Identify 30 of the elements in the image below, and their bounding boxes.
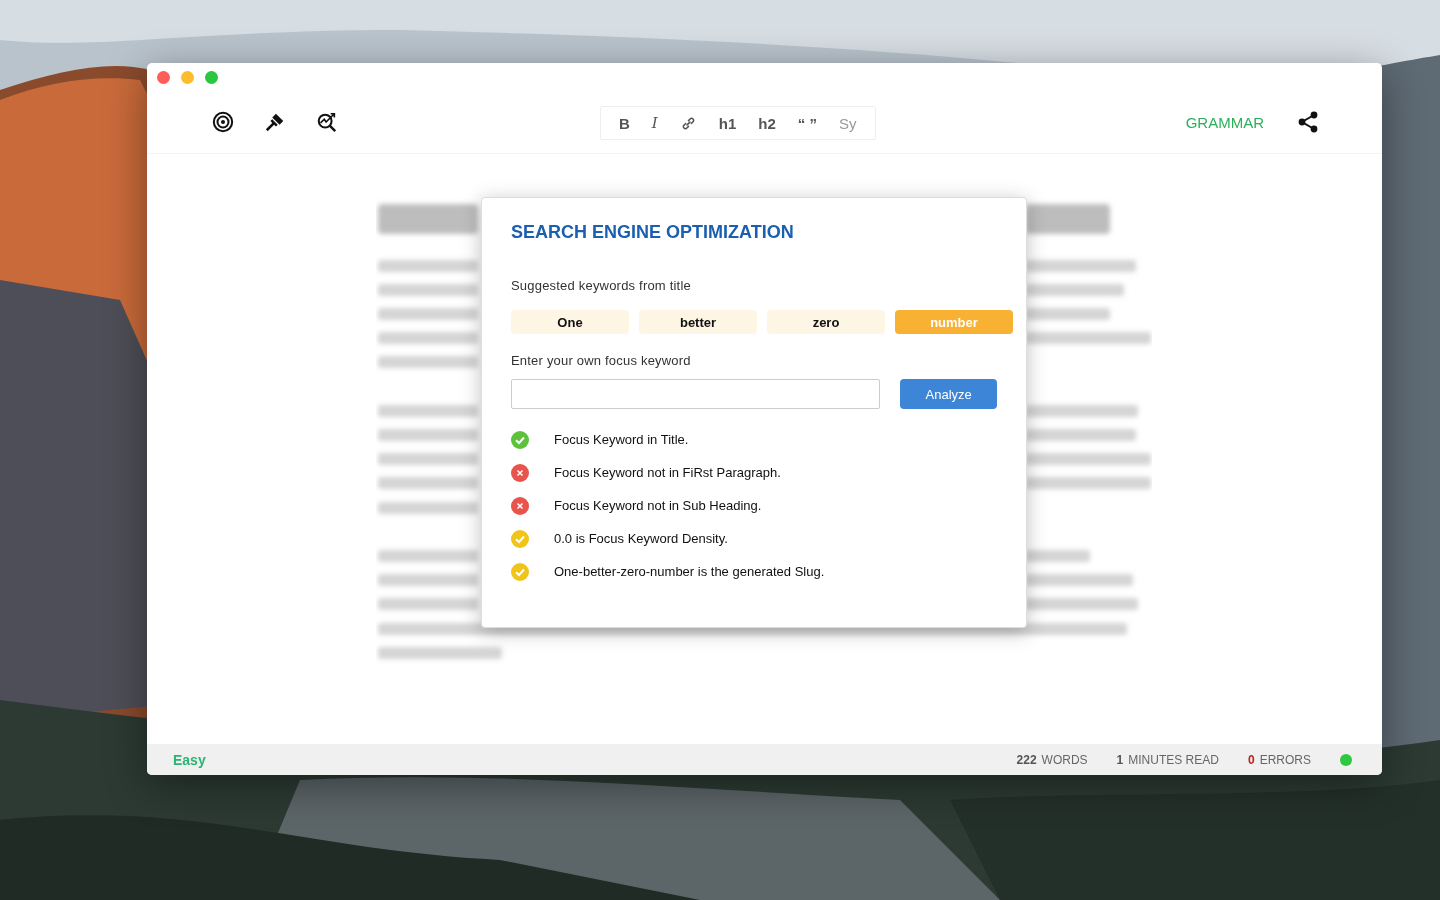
check-result: Focus Keyword not in Sub Heading. bbox=[554, 498, 762, 513]
target-icon[interactable] bbox=[212, 111, 234, 133]
check-result: One-better-zero-number is the generated Slug. bbox=[554, 564, 825, 579]
readability-level: Easy bbox=[173, 751, 206, 768]
format-button[interactable]: h2 bbox=[748, 110, 786, 136]
share-icon[interactable] bbox=[1296, 110, 1320, 134]
close-button[interactable] bbox=[157, 70, 170, 84]
dialog-title: SEARCH ENGINE OPTIMIZATION bbox=[511, 222, 794, 243]
format-button[interactable]: B bbox=[609, 110, 640, 136]
keywords-label: Suggested keywords from title bbox=[511, 278, 691, 293]
format-button[interactable]: I bbox=[641, 110, 668, 136]
check-result: 0.0 is Focus Keyword Density. bbox=[554, 531, 728, 546]
keyword-chip[interactable]: zero bbox=[767, 310, 885, 334]
check-result: Focus Keyword in Title. bbox=[554, 432, 689, 447]
check-result: Focus Keyword not in FiRst Paragraph. bbox=[554, 465, 781, 480]
focus-keyword-field[interactable] bbox=[511, 379, 881, 409]
format-button[interactable]: “ ” bbox=[787, 110, 827, 136]
format-button[interactable]: h1 bbox=[708, 110, 747, 136]
analyze-button[interactable]: Analyze bbox=[900, 379, 997, 409]
stat-value: 222 bbox=[1016, 752, 1037, 767]
stat-value: 1 bbox=[1116, 752, 1124, 767]
stat-label: WORDS bbox=[1041, 752, 1088, 767]
stat-label: ERRORS bbox=[1259, 752, 1311, 767]
chart-magnifier-icon[interactable] bbox=[316, 111, 338, 133]
keyword-chip[interactable]: One bbox=[511, 310, 629, 334]
focus-keyword-label: Enter your own focus keyword bbox=[511, 353, 691, 368]
stat-value: 0 bbox=[1247, 752, 1255, 767]
keyword-chip[interactable]: better bbox=[639, 310, 757, 334]
brush-icon[interactable] bbox=[264, 111, 286, 133]
stat-label: MINUTES READ bbox=[1128, 752, 1219, 767]
